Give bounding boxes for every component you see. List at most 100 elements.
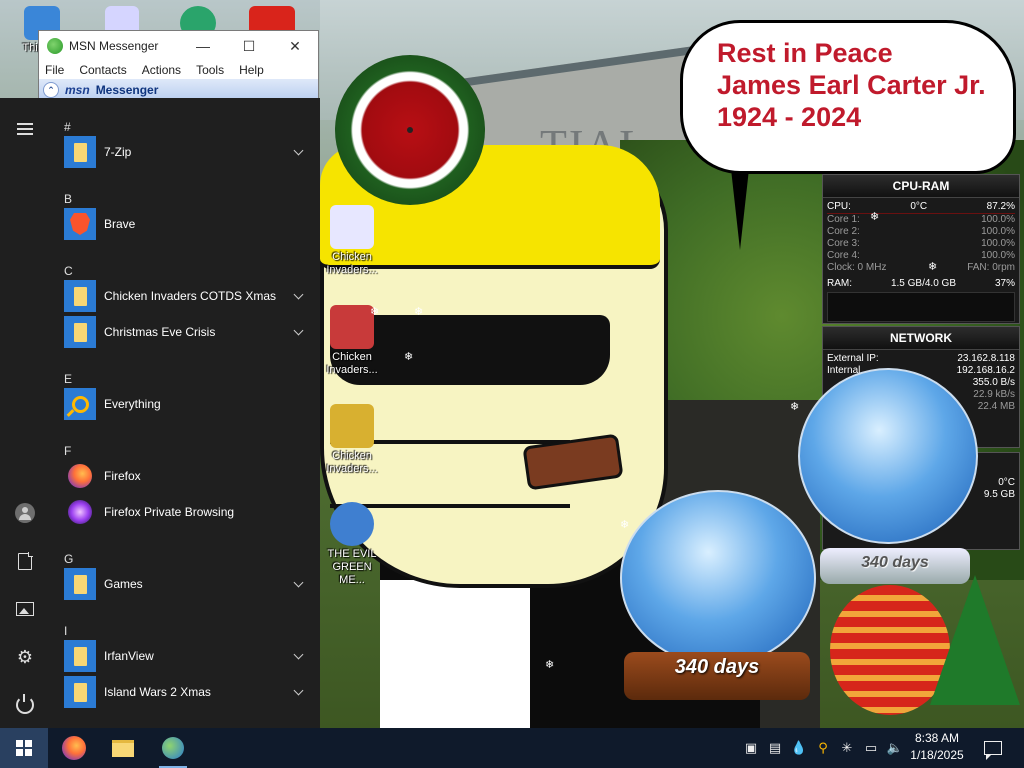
mascot-shirt [380,580,530,728]
clock-time: 8:38 AM [914,731,960,745]
folder-icon [64,136,96,168]
app-item-everything[interactable]: Everything [50,386,320,422]
snowflake-icon: ❄ [370,306,380,318]
chevron-down-icon[interactable] [293,289,304,300]
folder-icon [64,568,96,600]
app-item-firefox-private[interactable]: Firefox Private Browsing [50,494,320,530]
hamburger-menu-icon [17,123,33,135]
app-item-7zip[interactable]: 7-Zip [50,134,320,170]
tray-snowflake-button[interactable]: ✳ [836,728,858,768]
clock-fan-row: Clock: 0 MHz FAN: 0rpm [827,262,1015,273]
letter-header[interactable]: I [50,602,320,638]
tray-network-app-button[interactable]: ▤ [764,728,786,768]
core-row: Core 1: 100.0% [827,214,1015,225]
menu-actions[interactable]: Actions [142,63,181,77]
folder-icon [64,676,96,708]
app-item-chicken-invaders[interactable]: Chicken Invaders COTDS Xmas [50,278,320,314]
volume-icon: 🔈 [886,740,904,755]
snowglobe-gifts[interactable] [798,368,978,544]
pictures-icon [16,602,34,616]
menu-contacts[interactable]: Contacts [79,63,126,77]
tray-network-button[interactable]: ▭ [860,728,882,768]
window-titlebar[interactable]: MSN Messenger — ☐ ✕ [39,31,318,61]
chevron-down-icon[interactable] [293,685,304,696]
start-menu-rail: ⚙ [0,98,50,728]
menu-file[interactable]: File [45,63,64,77]
speech-line-1: Rest in Peace [717,38,893,68]
documents-icon [18,551,33,570]
expand-button[interactable] [0,106,50,152]
app-item-irfanview[interactable]: IrfanView [50,638,320,674]
firefox-private-icon [64,496,96,528]
chicken-invaders-icon [330,404,374,448]
menu-help[interactable]: Help [239,63,264,77]
taskbar-msn-messenger[interactable] [149,728,197,768]
network-icon: ▭ [864,740,878,755]
power-icon [16,694,34,714]
snowflake-icon: ❄ [404,351,414,363]
desktop-icon-evil-green-me[interactable]: THE EVIL GREEN ME... [320,502,384,587]
user-button[interactable] [0,490,50,536]
msn-butterfly-icon [47,38,63,54]
snowglobe-snowman[interactable] [620,490,816,666]
app-item-firefox[interactable]: Firefox [50,458,320,494]
clock-hand-icon [407,127,413,133]
start-menu[interactable]: ⚙ # 7-Zip B Brave C Chicken Invaders COT… [0,98,320,728]
cpu-ram-gadget[interactable]: CPU-RAM CPU: 0°C 87.2% Core 1: 100.0% Cor… [822,174,1020,324]
app-item-island-wars[interactable]: Island Wars 2 Xmas [50,674,320,710]
chevron-down-icon[interactable] [293,577,304,588]
minimize-icon: — [196,38,210,54]
app-label: IrfanView [104,649,154,663]
letter-header[interactable]: F [50,422,320,458]
documents-button[interactable] [0,538,50,584]
taskbar-firefox[interactable] [50,728,98,768]
desktop-icon-chicken-invaders-3[interactable]: Chicken Invaders... [320,404,384,476]
gadget-title: NETWORK [823,327,1019,350]
menu-tools[interactable]: Tools [196,63,224,77]
app-label: Firefox [104,469,141,483]
taskbar-file-explorer[interactable] [99,728,147,768]
letter-header[interactable]: # [50,98,320,134]
app-list[interactable]: # 7-Zip B Brave C Chicken Invaders COTDS… [50,98,320,728]
letter-header[interactable]: G [50,530,320,566]
app-item-christmas-eve-crisis[interactable]: Christmas Eve Crisis [50,314,320,350]
snowflake-icon: ❄ [620,519,630,531]
tray-volume-button[interactable]: 🔈 [884,728,906,768]
power-button[interactable] [0,682,50,728]
app-item-brave[interactable]: Brave [50,206,320,242]
chevron-down-icon[interactable] [293,649,304,660]
firefox-icon [62,736,86,760]
folder-icon [64,640,96,672]
chevron-down-icon[interactable] [293,325,304,336]
letter-header[interactable]: E [50,350,320,386]
action-center-button[interactable] [976,728,1010,768]
collapse-chevron-icon[interactable]: ⌃ [43,82,59,98]
letter-header[interactable]: B [50,170,320,206]
snowflake-icon: ✳ [841,740,853,755]
taskbar-clock[interactable]: 8:38 AM 1/18/2025 [906,730,968,764]
chevron-down-icon[interactable] [293,145,304,156]
wreath-clock-gadget[interactable] [335,55,485,205]
banner-title: Messenger [95,83,159,97]
maximize-button[interactable]: ☐ [226,31,272,61]
close-button[interactable]: ✕ [272,31,318,61]
desktop-icon-chicken-invaders-1[interactable]: Chicken Invaders... [320,205,384,277]
taskbar: ▣ ▤ 💧 ⚲ ✳ ▭ 🔈 8:38 AM 1/18/2025 [0,728,1024,768]
tray-app-button[interactable]: ▣ [740,728,762,768]
app-label: Christmas Eve Crisis [104,325,216,339]
settings-button[interactable]: ⚙ [0,634,50,680]
core-row: Core 3: 100.0% [827,238,1015,249]
tray-network-app-icon: ▤ [768,740,782,755]
msn-messenger-window[interactable]: MSN Messenger — ☐ ✕ File Contacts Action… [38,30,319,104]
letter-header[interactable]: C [50,242,320,278]
pictures-button[interactable] [0,586,50,632]
speech-line-2: James Earl Carter Jr. [717,70,986,100]
tray-droplet-button[interactable]: 💧 [788,728,810,768]
days-counter: 340 days [861,554,929,571]
app-item-games[interactable]: Games [50,566,320,602]
snowflake-icon: ❄ [928,261,938,273]
tray-search-button[interactable]: ⚲ [812,728,834,768]
droplet-icon: 💧 [790,740,808,755]
minimize-button[interactable]: — [180,31,226,61]
start-button[interactable] [0,728,48,768]
